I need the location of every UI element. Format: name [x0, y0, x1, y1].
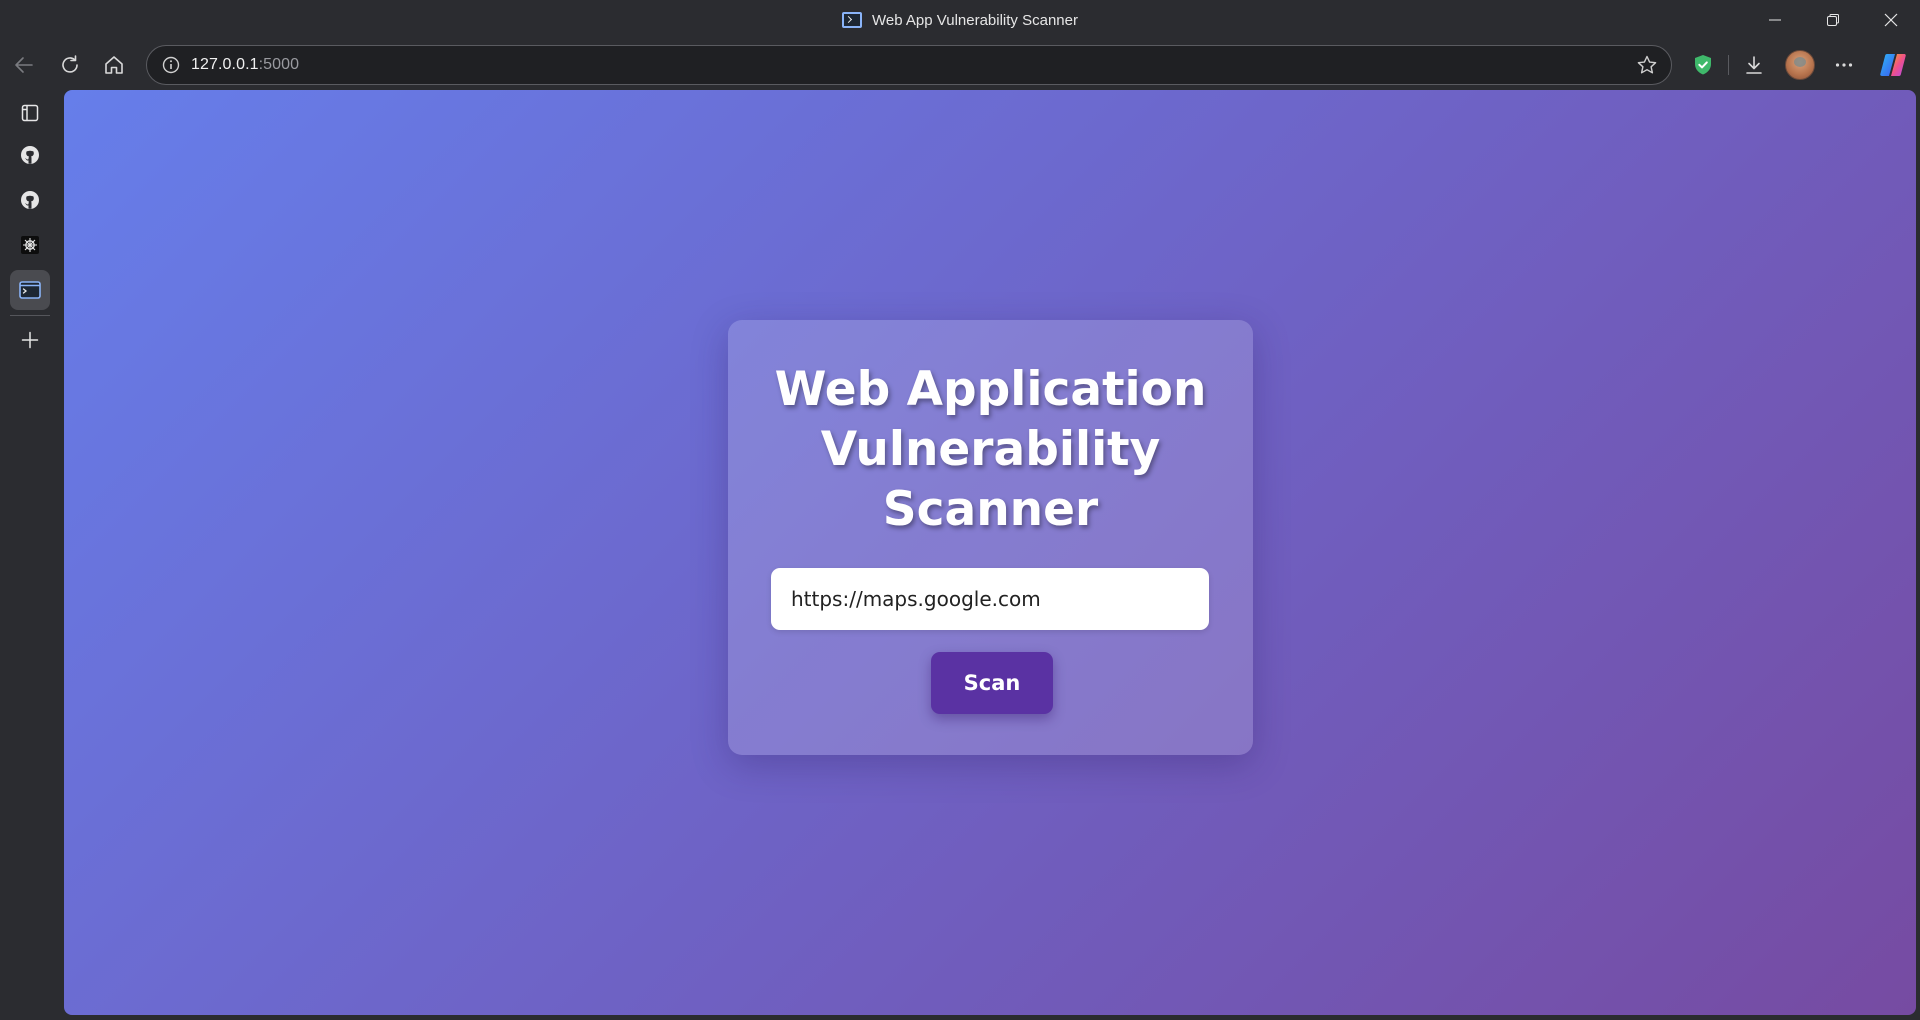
close-button[interactable]	[1862, 0, 1920, 40]
window-title: Web App Vulnerability Scanner	[872, 11, 1078, 29]
copilot-icon[interactable]	[1878, 50, 1908, 80]
github-icon	[21, 146, 39, 164]
sidebar-current-tab[interactable]	[10, 270, 50, 310]
sidebar-tab-actions[interactable]	[10, 93, 50, 133]
toolbar-divider	[1728, 55, 1729, 75]
browser-essentials-button[interactable]	[1683, 45, 1723, 85]
restore-icon	[1827, 14, 1839, 26]
terminal-window-icon	[19, 281, 41, 299]
window-controls	[1746, 0, 1920, 40]
page-title: Web Application Vulnerability Scanner	[774, 362, 1207, 537]
address-port: :5000	[258, 56, 300, 73]
site-info-button[interactable]	[151, 46, 191, 84]
downloads-button[interactable]	[1734, 45, 1774, 85]
home-icon	[105, 56, 123, 74]
page-viewport: Web Application Vulnerability Scanner Sc…	[64, 90, 1916, 1015]
back-button[interactable]	[4, 45, 44, 85]
vertical-tab-sidebar	[0, 88, 60, 1020]
browser-toolbar: 127.0.0.1:5000	[0, 42, 1920, 88]
home-button[interactable]	[94, 45, 134, 85]
star-icon	[1637, 55, 1657, 74]
minimize-icon	[1769, 19, 1781, 21]
reload-icon	[62, 55, 78, 73]
shield-check-icon	[1695, 55, 1711, 75]
download-icon	[1746, 56, 1762, 74]
plus-icon	[21, 331, 39, 349]
window-title-wrap: Web App Vulnerability Scanner	[0, 0, 1920, 40]
favorite-button[interactable]	[1629, 46, 1665, 84]
sidebar-app[interactable]	[10, 225, 50, 265]
terminal-window-icon	[842, 12, 863, 28]
address-bar[interactable]: 127.0.0.1:5000	[146, 45, 1672, 85]
info-icon	[162, 56, 180, 74]
scanner-card: Web Application Vulnerability Scanner Sc…	[728, 320, 1253, 755]
more-icon	[1835, 63, 1853, 67]
url-input[interactable]	[771, 568, 1209, 630]
reload-button[interactable]	[50, 45, 90, 85]
scan-button[interactable]: Scan	[931, 652, 1053, 714]
sidebar-github-1[interactable]	[10, 135, 50, 175]
profile-avatar[interactable]	[1785, 50, 1815, 80]
restore-button[interactable]	[1804, 0, 1862, 40]
new-tab-button[interactable]	[10, 320, 50, 360]
tab-actions-icon	[21, 104, 39, 122]
close-icon	[1884, 13, 1898, 27]
address-host: 127.0.0.1	[191, 56, 259, 73]
sidebar-divider	[10, 315, 50, 316]
title-bar: Web App Vulnerability Scanner	[0, 0, 1920, 42]
github-icon	[21, 191, 39, 209]
back-arrow-icon	[15, 57, 33, 73]
sidebar-github-2[interactable]	[10, 180, 50, 220]
address-url[interactable]: 127.0.0.1:5000	[191, 56, 299, 74]
app-icon	[21, 236, 39, 254]
more-options-button[interactable]	[1824, 45, 1864, 85]
minimize-button[interactable]	[1746, 0, 1804, 40]
